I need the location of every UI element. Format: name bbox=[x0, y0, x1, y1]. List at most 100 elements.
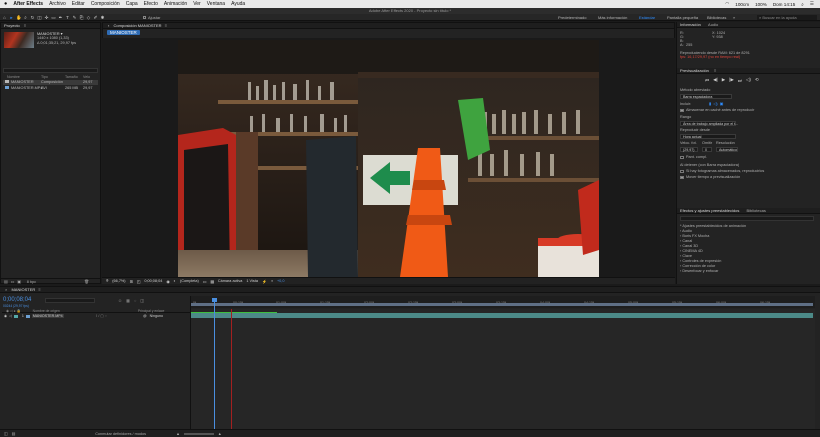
align-checkbox[interactable] bbox=[143, 15, 146, 19]
audio-icon[interactable]: ◁ bbox=[9, 314, 12, 318]
layer-switches-toggle-icon[interactable]: ◫ bbox=[4, 431, 8, 436]
interpret-footage-icon[interactable]: ▤ bbox=[4, 279, 8, 284]
roi-icon[interactable]: ▭ bbox=[203, 279, 207, 284]
parent-select[interactable]: Ninguno bbox=[150, 314, 163, 318]
magnification-select[interactable]: (66,7%) bbox=[112, 279, 125, 283]
exposure-value[interactable]: +0,0 bbox=[277, 279, 285, 283]
parent-pickwhip-icon[interactable]: @ bbox=[143, 314, 147, 318]
last-frame-icon[interactable]: ⏭ bbox=[738, 78, 742, 83]
workspace-mas-informacion[interactable]: Más información bbox=[598, 14, 627, 21]
shortcut-select[interactable]: Barra espaciadora bbox=[680, 94, 732, 99]
workspace-estandar[interactable]: Estándar bbox=[639, 14, 655, 21]
panel-menu-icon[interactable]: ≡ bbox=[714, 68, 716, 73]
motion-blur-icon[interactable]: ◌ bbox=[134, 298, 136, 303]
tab-composition[interactable]: Composición MANIOSTER bbox=[114, 23, 162, 28]
tab-effects[interactable]: Efectos y ajustes preestablecidos bbox=[680, 208, 739, 213]
tab-libraries[interactable]: Bibliotecas bbox=[747, 208, 766, 213]
zoom-out-icon[interactable]: ▲ bbox=[176, 432, 180, 436]
visibility-icon[interactable]: ◉ bbox=[4, 314, 7, 318]
camera-select[interactable]: Cámara activa bbox=[218, 279, 242, 283]
eraser-tool-icon[interactable]: ◇ bbox=[86, 15, 91, 20]
type-tool-icon[interactable]: T bbox=[65, 15, 70, 20]
menu-efecto[interactable]: Efecto bbox=[144, 1, 158, 7]
col-name[interactable]: Nombre bbox=[3, 75, 41, 79]
clock-label[interactable]: Dom 14:15 bbox=[773, 2, 795, 7]
zoom-slider[interactable] bbox=[183, 432, 214, 435]
label-color-icon[interactable] bbox=[13, 314, 18, 318]
workspace-predeterminado[interactable]: Predeterminado bbox=[558, 14, 586, 21]
menu-composicion[interactable]: Composición bbox=[91, 1, 120, 7]
tab-timeline[interactable]: MANIOSTER bbox=[11, 287, 35, 292]
panel-menu-icon[interactable]: ≡ bbox=[24, 23, 26, 28]
col-rate[interactable]: Velo bbox=[83, 75, 90, 79]
hand-tool-icon[interactable]: ✋ bbox=[16, 15, 22, 20]
menu-capa[interactable]: Capa bbox=[126, 1, 138, 7]
move-time-checkbox[interactable] bbox=[680, 175, 684, 179]
playhead-handle[interactable] bbox=[212, 298, 217, 302]
workspace-bibliotecas[interactable]: Bibliotecas bbox=[707, 14, 726, 21]
snapshot-icon[interactable]: ◉ bbox=[166, 279, 169, 284]
comp-chip[interactable]: MANIOSTER bbox=[107, 30, 140, 35]
current-time-field[interactable]: 0;00;08;04 bbox=[144, 279, 162, 283]
zoom-tool-icon[interactable]: ⌕ bbox=[23, 15, 28, 20]
include-audio-icon[interactable]: ◁) bbox=[713, 101, 717, 106]
spotlight-icon[interactable]: ⌕ bbox=[801, 2, 804, 7]
play-from-select[interactable]: Hora actual bbox=[680, 134, 736, 139]
play-cached-checkbox[interactable] bbox=[680, 169, 684, 173]
mute-icon[interactable]: ◁) bbox=[746, 77, 751, 83]
menu-ventana[interactable]: Ventana bbox=[207, 1, 225, 7]
camera-tool-icon[interactable]: ◫ bbox=[37, 15, 42, 20]
next-frame-icon[interactable]: |▶ bbox=[729, 77, 734, 83]
menu-archivo[interactable]: Archivo bbox=[49, 1, 66, 7]
tab-info[interactable]: Información bbox=[680, 22, 701, 27]
toggle-modes-label[interactable]: Conmutar definidores / modos bbox=[95, 432, 146, 436]
roto-tool-icon[interactable]: ✐ bbox=[93, 15, 98, 20]
menu-app[interactable]: After Effects bbox=[13, 1, 43, 7]
menu-list-icon[interactable]: ☰ bbox=[810, 1, 814, 7]
prev-frame-icon[interactable]: ◀| bbox=[713, 77, 718, 83]
panel-menu-icon[interactable]: ≡ bbox=[165, 23, 167, 28]
cache-before-checkbox[interactable] bbox=[680, 108, 684, 112]
effects-search-input[interactable] bbox=[680, 216, 814, 221]
graph-editor-icon[interactable]: ◫ bbox=[140, 298, 144, 303]
close-icon[interactable]: × bbox=[5, 287, 7, 292]
loop-icon[interactable]: ⟲ bbox=[755, 77, 759, 83]
resolution-select[interactable]: Automático bbox=[716, 147, 738, 152]
menu-editar[interactable]: Editar bbox=[72, 1, 85, 7]
first-frame-icon[interactable]: ⏮ bbox=[705, 78, 709, 83]
rectangle-tool-icon[interactable]: ▭ bbox=[51, 15, 56, 20]
view-layout-select[interactable]: 1 Vista bbox=[246, 279, 258, 283]
menu-ver[interactable]: Ver bbox=[193, 1, 201, 7]
pan-behind-tool-icon[interactable]: ✣ bbox=[44, 15, 49, 20]
transparency-grid-icon[interactable]: ▦ bbox=[210, 279, 214, 284]
project-search-input[interactable] bbox=[3, 68, 98, 73]
project-row-composition[interactable]: MANIOSTER Composición 29,97 bbox=[3, 80, 98, 85]
home-icon[interactable]: ⌂ bbox=[2, 15, 7, 20]
fast-preview-icon[interactable]: ⚡ bbox=[262, 279, 267, 284]
zoom-in-icon[interactable]: ▲ bbox=[218, 432, 222, 436]
fullscreen-checkbox[interactable] bbox=[680, 155, 684, 159]
layer-duration-bar[interactable] bbox=[191, 313, 813, 318]
project-row-footage[interactable]: MANIOSTER.MP4 AVI 265 MB 29,97 bbox=[3, 86, 98, 91]
shy-icon[interactable]: ☺ bbox=[118, 298, 122, 303]
selection-tool-icon[interactable]: ▸ bbox=[9, 15, 14, 20]
channel-icon[interactable]: ◐ bbox=[174, 279, 176, 283]
tab-audio[interactable]: Audio bbox=[708, 22, 718, 27]
wifi-icon[interactable]: ◠ bbox=[725, 1, 729, 7]
range-select[interactable]: Área de trabajo ampliada por el t... bbox=[680, 121, 738, 126]
trash-icon[interactable]: 🗑 bbox=[84, 279, 89, 284]
playhead-line[interactable] bbox=[214, 300, 215, 429]
include-video-icon[interactable]: ▮ bbox=[709, 101, 711, 106]
zoom-label[interactable]: 100% bbox=[755, 2, 767, 7]
pen-tool-icon[interactable]: ✒ bbox=[58, 15, 63, 20]
mask-visibility-icon[interactable]: ◰ bbox=[137, 279, 141, 284]
help-search-input[interactable]: ⌕ Buscar en la ayuda bbox=[757, 15, 817, 20]
exposure-icon[interactable]: ◑ bbox=[271, 279, 273, 283]
skip-field[interactable]: 0 bbox=[702, 147, 712, 152]
layer-switches[interactable]: ⌇ / ▢ ◌ bbox=[96, 314, 107, 318]
time-ruler[interactable]: 0f 00:15f 01:00f 01:15f 02:00f 02:15f 03… bbox=[191, 296, 815, 308]
lock-icon[interactable]: ▪ bbox=[108, 23, 109, 28]
safe-zones-icon[interactable]: ⊞ bbox=[130, 279, 133, 284]
footage-frame[interactable] bbox=[178, 40, 599, 277]
new-composition-icon[interactable]: ▣ bbox=[17, 279, 21, 284]
